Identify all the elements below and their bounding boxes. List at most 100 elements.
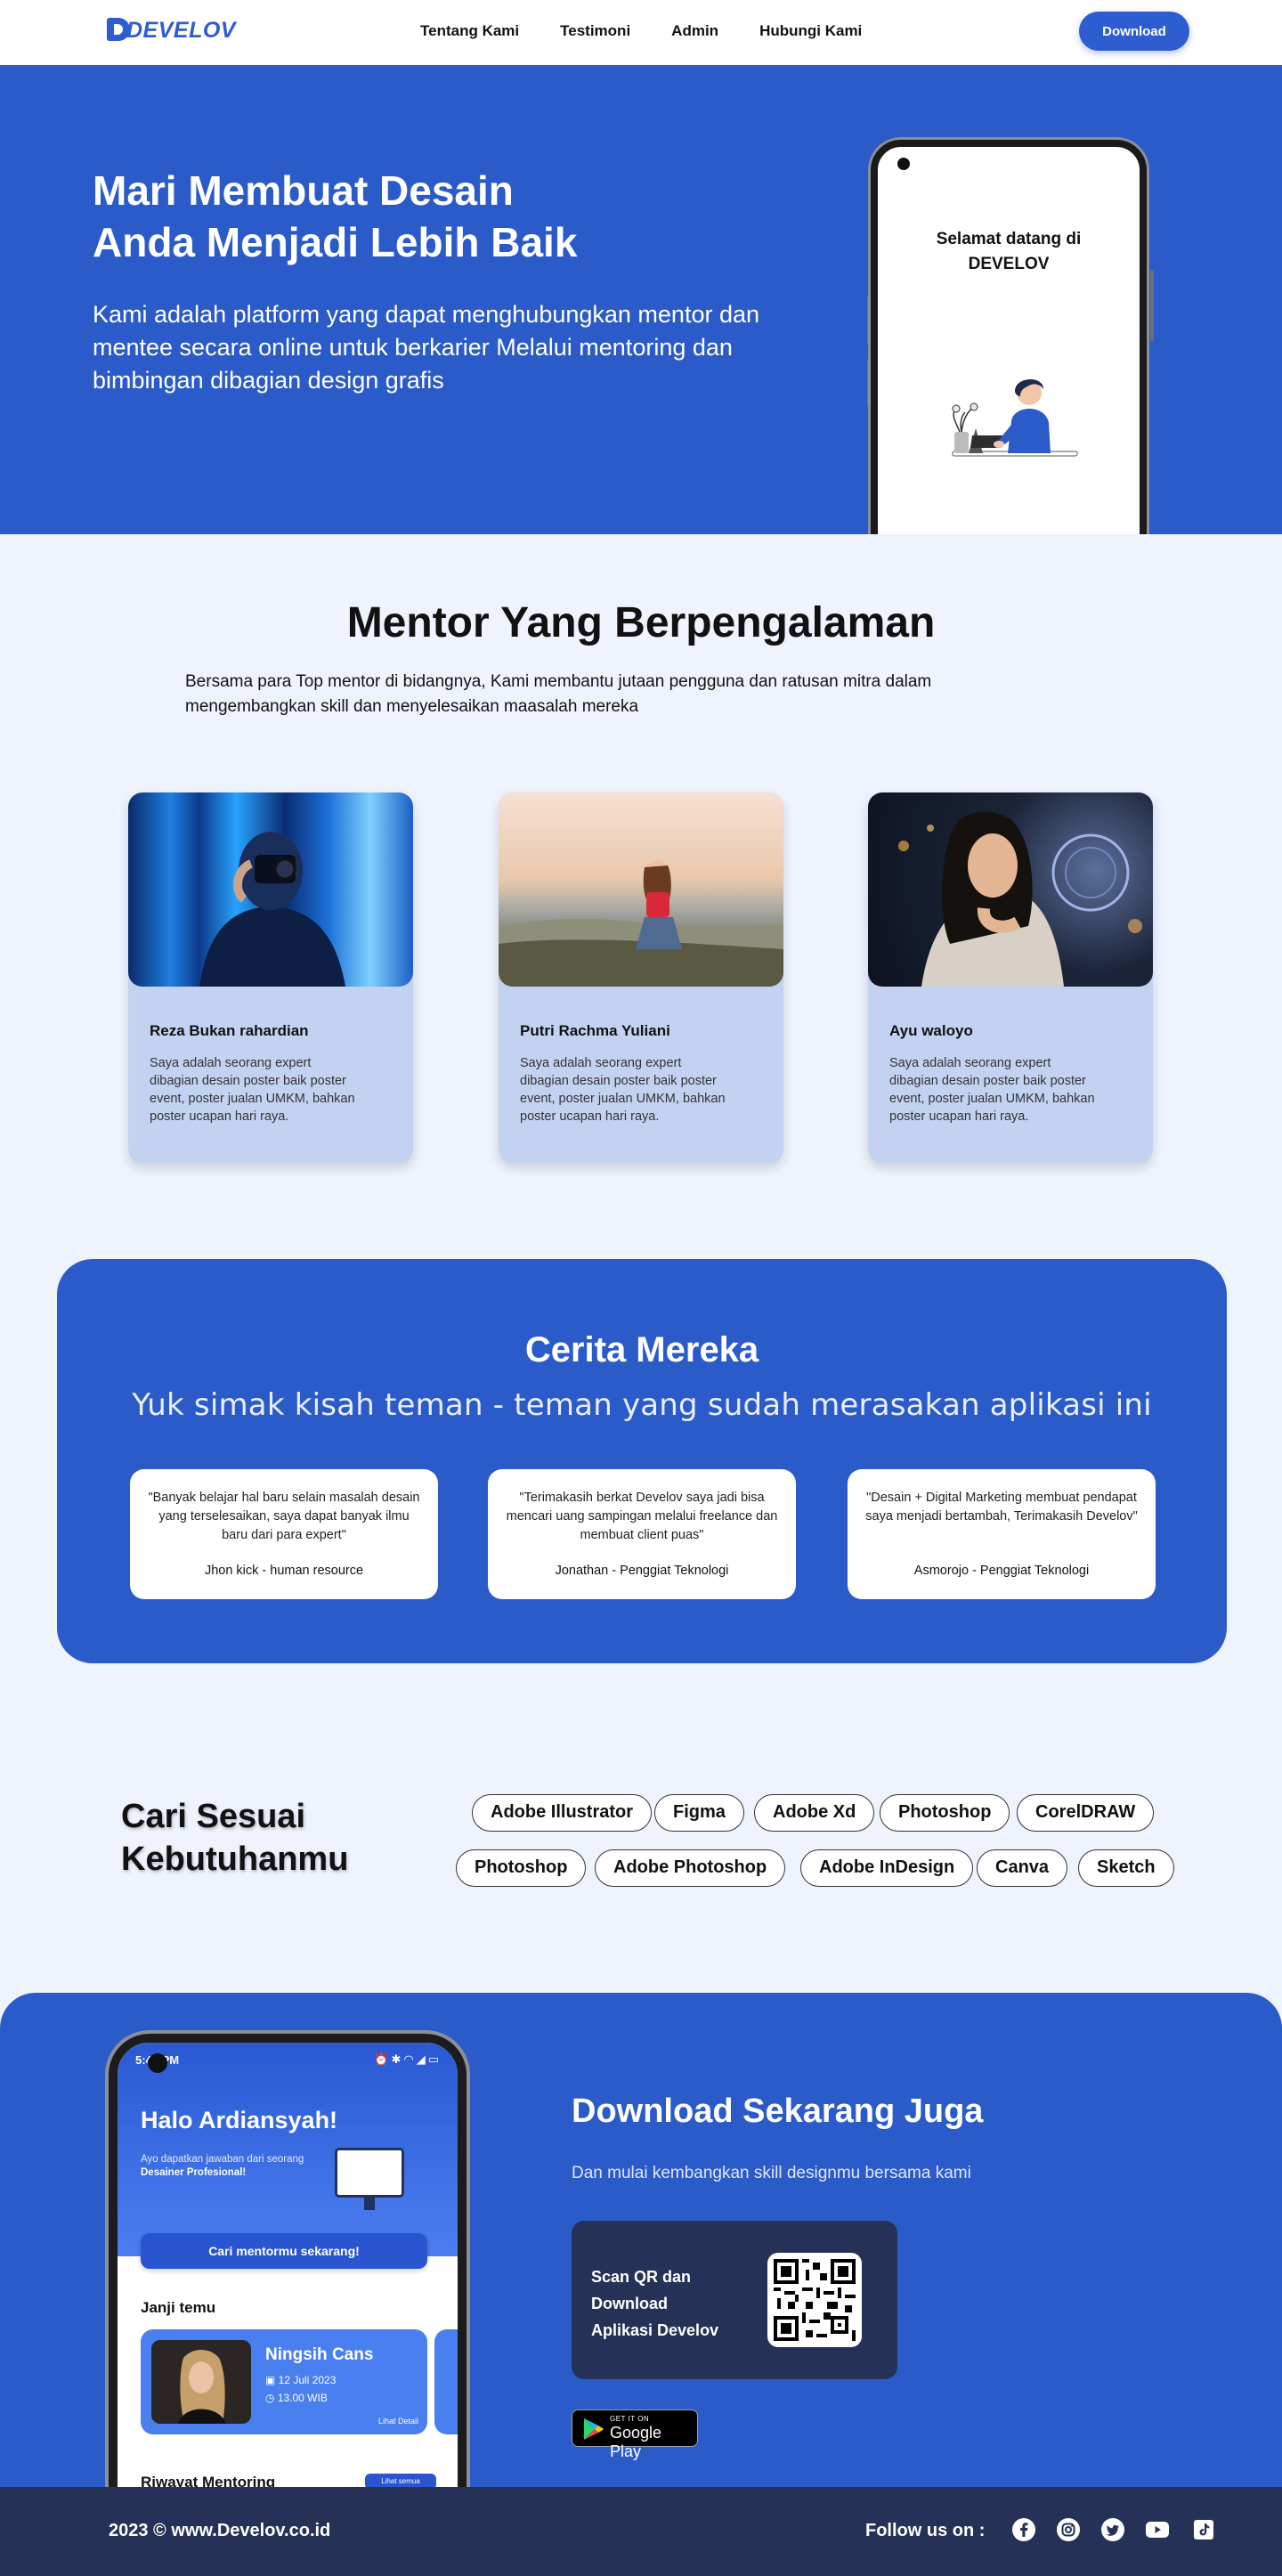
qr-caption-line-2: Download [591, 2295, 668, 2312]
mentor-section-subtitle: Bersama para Top mentor di bidangnya, Ka… [185, 672, 932, 716]
hero-title-line-1: Mari Membuat Desain [93, 167, 514, 214]
google-play-icon [584, 2418, 604, 2440]
logo-text: DEVELOV [126, 18, 236, 43]
mentor-photo-figure [898, 811, 1142, 987]
hero-phone-mockup: Selamat datang di DEVELOV [871, 140, 1147, 534]
appointment-time-text: 13.00 WIB [277, 2392, 328, 2404]
appointment-detail-link[interactable]: Lihat Detail [378, 2417, 418, 2426]
logo-mark-icon [107, 18, 130, 41]
welcome-line-2: DEVELOV [968, 255, 1050, 273]
phone-camera [148, 2053, 167, 2073]
qr-caption: Scan QR dan Download Aplikasi Develov [591, 2263, 751, 2344]
mentor-photo-figure [499, 860, 783, 987]
appointment-card[interactable]: Ningsih Cans ▣ 12 Juli 2023 ◷ 13.00 WIB … [141, 2329, 427, 2434]
nav-link-admin[interactable]: Admin [671, 22, 718, 40]
top-navbar: DEVELOV Tentang Kami Testimoni Admin Hub… [0, 0, 1282, 65]
appointments-heading: Janji temu [141, 2299, 216, 2316]
welcome-line-1: Selamat datang di [936, 230, 1082, 248]
youtube-icon[interactable] [1145, 2517, 1170, 2542]
google-play-big-text: Google Play [610, 2424, 662, 2460]
testimonial-quote: "Desain + Digital Marketing membuat pend… [865, 1491, 1138, 1524]
tool-chip-adobe-xd[interactable]: Adobe Xd [754, 1794, 875, 1832]
mentor-card[interactable]: Ayu waloyo Saya adalah seorang expert di… [868, 792, 1153, 1163]
testimonial-author: Jonathan - Penggiat Teknologi [555, 1564, 729, 1578]
download-button[interactable]: Download [1079, 12, 1189, 51]
testimonial-card: "Terimakasih berkat Develov saya jadi bi… [488, 1469, 796, 1599]
testimonial-quote: "Banyak belajar hal baru selain masalah … [148, 1491, 420, 1542]
qr-download-box: Scan QR dan Download Aplikasi Develov [572, 2221, 897, 2379]
mentor-name: Ayu waloyo [889, 1022, 973, 1039]
qr-code[interactable] [767, 2253, 862, 2347]
develov-logo[interactable]: DEVELOV [107, 18, 236, 44]
mentor-card[interactable]: Putri Rachma Yuliani Saya adalah seorang… [499, 792, 783, 1163]
appointment-photo-figure [151, 2340, 251, 2424]
nav-link-testimoni[interactable]: Testimoni [560, 22, 630, 40]
phone-camera [897, 158, 910, 170]
mentor-photo [868, 792, 1153, 987]
app-greeting-sub: Ayo dapatkan jawaban dari seorang Desain… [141, 2153, 337, 2180]
google-play-badge[interactable]: GET IT ON Google Play [572, 2409, 698, 2460]
footer: 2023 © www.Develov.co.id Follow us on : [0, 2487, 1282, 2576]
tool-chip-adobe-illustrator[interactable]: Adobe Illustrator [472, 1794, 653, 1832]
app-header [118, 2043, 458, 2256]
tools-title-line-2: Kebutuhanmu [121, 1841, 349, 1878]
tiktok-icon[interactable] [1191, 2517, 1216, 2542]
footer-follow-label: Follow us on : [865, 2521, 986, 2540]
testimonial-author: Asmorojo - Penggiat Teknologi [913, 1564, 1090, 1578]
tool-chip-photoshop[interactable]: Photoshop [880, 1794, 1010, 1832]
testimonials-subtitle: Yuk simak kisah teman - teman yang sudah… [132, 1387, 1152, 1423]
instagram-icon[interactable] [1056, 2517, 1081, 2542]
tool-chip-photoshop-2[interactable]: Photoshop [456, 1849, 587, 1887]
qr-caption-line-1: Scan QR dan [591, 2268, 692, 2286]
mentor-section-title: Mentor Yang Berpengalaman [346, 599, 936, 646]
appointment-date-text: 12 Juli 2023 [278, 2374, 337, 2386]
tool-chip-coreldraw[interactable]: CorelDRAW [1017, 1794, 1155, 1832]
tools-section-title: Cari Sesuai Kebutuhanmu [121, 1795, 388, 1881]
google-play-small-text: GET IT ON [610, 2415, 650, 2423]
testimonial-card: "Desain + Digital Marketing membuat pend… [848, 1469, 1156, 1599]
mentor-photo-figure [199, 832, 345, 987]
mentor-name: Reza Bukan rahardian [150, 1022, 309, 1039]
testimonials-title: Cerita Mereka [524, 1330, 759, 1369]
phone-welcome-text: Selamat datang di DEVELOV [896, 227, 1122, 277]
footer-copyright: 2023 © www.Develov.co.id [109, 2521, 331, 2540]
testimonial-author: Jhon kick - human resource [204, 1564, 364, 1578]
mentor-bio: Saya adalah seorang expert dibagian desa… [150, 1056, 355, 1124]
appointment-card-next[interactable] [434, 2329, 458, 2434]
tool-chip-figma[interactable]: Figma [654, 1794, 744, 1832]
qr-caption-line-3: Aplikasi Develov [591, 2321, 719, 2339]
mentor-bio: Saya adalah seorang expert dibagian desa… [520, 1056, 726, 1124]
person-at-desk-illustration [952, 378, 1078, 457]
hero-description: Kami adalah platform yang dapat menghubu… [93, 301, 759, 394]
tools-title-line-1: Cari Sesuai [121, 1798, 305, 1835]
find-mentor-button[interactable]: Cari mentormu sekarang! [141, 2233, 427, 2269]
nav-link-hubungi-kami[interactable]: Hubungi Kami [759, 22, 862, 40]
mentor-card[interactable]: Reza Bukan rahardian Saya adalah seorang… [128, 792, 413, 1163]
tool-chip-adobe-photoshop[interactable]: Adobe Photoshop [595, 1849, 786, 1887]
appointment-time: ◷ 13.00 WIB [265, 2392, 328, 2404]
tool-chip-sketch[interactable]: Sketch [1078, 1849, 1174, 1887]
nav-link-tentang-kami[interactable]: Tentang Kami [420, 22, 519, 40]
monitor-illustration [335, 2148, 404, 2210]
mentor-bio: Saya adalah seorang expert dibagian desa… [889, 1056, 1095, 1124]
twitter-icon[interactable] [1100, 2517, 1125, 2542]
status-icons: ⏰✱◠◢▭ [374, 2052, 442, 2066]
testimonials-section: Cerita Mereka Yuk simak kisah teman - te… [57, 1259, 1227, 1663]
mentor-photo [128, 792, 413, 987]
greeting-sub-line: Ayo dapatkan jawaban dari seorang [141, 2154, 304, 2165]
hero-title-line-2: Anda Menjadi Lebih Baik [93, 219, 578, 265]
download-subtitle: Dan mulai kembangkan skill designmu bers… [572, 2164, 971, 2182]
appointment-mentor-name: Ningsih Cans [265, 2345, 374, 2364]
phone-side-button [1150, 270, 1154, 341]
tool-chip-canva[interactable]: Canva [977, 1849, 1068, 1887]
appointment-mentor-photo [151, 2340, 251, 2424]
facebook-icon[interactable] [1011, 2517, 1036, 2542]
testimonial-quote: "Terimakasih berkat Develov saya jadi bi… [506, 1491, 778, 1542]
tool-chip-adobe-indesign[interactable]: Adobe InDesign [800, 1849, 974, 1887]
qr-code-pattern [774, 2259, 856, 2341]
mentor-name: Putri Rachma Yuliani [520, 1022, 670, 1039]
hero-section: Mari Membuat Desain Anda Menjadi Lebih B… [0, 65, 1282, 534]
greeting-sub-bold: Desainer Profesional! [141, 2167, 247, 2178]
download-title: Download Sekarang Juga [572, 2092, 984, 2130]
hero-title: Mari Membuat Desain Anda Menjadi Lebih B… [93, 165, 662, 268]
